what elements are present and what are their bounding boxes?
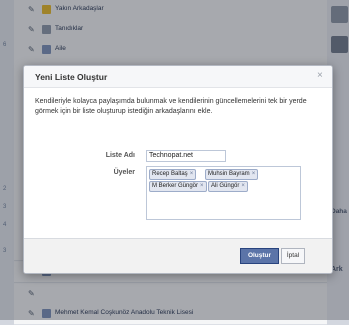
members-input[interactable]: Recep Baltaş × Muhsin Bayram × M Berker Gü… [146,166,301,220]
member-token: Ali Güngör × [208,181,248,192]
dialog-description: Kendileriyle kolayca paylaşımda bulunmak… [35,98,307,115]
cancel-button[interactable]: İptal [281,248,305,264]
list-name-input[interactable]: Technopat.net [146,150,226,162]
remove-member-icon[interactable]: × [200,183,204,189]
create-button[interactable]: Oluştur [240,248,279,264]
member-token-label: M Berker Güngör [152,183,199,189]
member-token-label: Recep Baltaş [152,171,188,177]
close-icon[interactable]: × [317,70,323,81]
remove-member-icon[interactable]: × [252,171,256,177]
remove-member-icon[interactable]: × [241,183,245,189]
member-token: M Berker Güngör × [149,181,207,192]
member-token-label: Ali Güngör [211,183,240,189]
member-token: Recep Baltaş × [149,169,197,180]
dialog-title: Yeni Liste Oluştur [35,72,108,82]
remove-member-icon[interactable]: × [190,171,194,177]
list-name-label: Liste Adı [105,152,135,159]
new-list-dialog: Yeni Liste Oluştur × Kendileriyle kolayc… [23,65,333,274]
dialog-header: Yeni Liste Oluştur × [24,66,332,88]
members-label: Üyeler [113,169,135,176]
member-token-label: Muhsin Bayram [208,171,250,177]
member-token: Muhsin Bayram × [205,169,259,180]
dialog-footer: Oluştur İptal [24,238,332,273]
